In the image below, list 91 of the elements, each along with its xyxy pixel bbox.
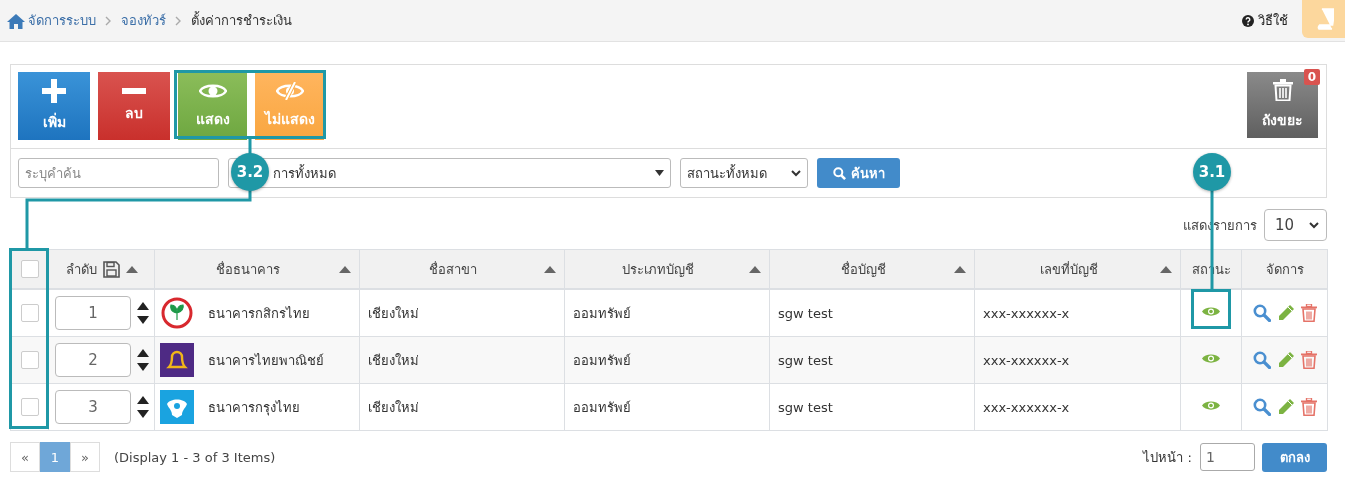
- table-cell: เชียงใหม่: [359, 289, 565, 337]
- eye-icon[interactable]: [1201, 352, 1221, 365]
- plus-icon: [42, 79, 66, 103]
- bank-logo: [160, 343, 194, 377]
- eye-slash-icon: [275, 82, 304, 100]
- table-cell: xxx-xxxxxx-x: [974, 336, 1181, 384]
- checkbox[interactable]: [20, 351, 39, 369]
- search-icon[interactable]: [1252, 398, 1271, 416]
- next-page-link[interactable]: »: [70, 442, 100, 472]
- sort-icon[interactable]: [125, 265, 138, 273]
- order-field[interactable]: 3: [55, 390, 131, 424]
- step-up-icon[interactable]: [137, 349, 149, 357]
- sort-icon[interactable]: [954, 265, 966, 273]
- table-cell: xxx-xxxxxx-x: [974, 289, 1181, 337]
- page-size-select[interactable]: 10: [1264, 209, 1327, 241]
- pencil-icon[interactable]: [1276, 304, 1295, 322]
- home-icon: [7, 12, 25, 29]
- eye-icon[interactable]: [1201, 305, 1221, 318]
- search-icon[interactable]: [1252, 351, 1271, 369]
- trash-icon[interactable]: [1300, 304, 1317, 322]
- column-header[interactable]: ชื่อสาขา: [359, 249, 565, 289]
- callout-badge: 3.1: [1193, 153, 1231, 191]
- column-header: จัดการ: [1241, 249, 1328, 289]
- column-header[interactable]: ลำดับ: [48, 249, 155, 289]
- order-field[interactable]: 1: [55, 296, 131, 330]
- search-button[interactable]: ค้นหา: [817, 158, 900, 188]
- trash-icon[interactable]: [1300, 351, 1317, 369]
- sort-icon[interactable]: [749, 265, 761, 273]
- table-cell: sgw test: [769, 383, 975, 431]
- status-select[interactable]: สถานะทั้งหมด: [680, 158, 808, 188]
- minus-icon: [122, 88, 146, 94]
- eye-icon: [198, 82, 227, 100]
- bank-logo: [160, 390, 194, 424]
- count-badge: 0: [1303, 69, 1320, 85]
- step-down-icon[interactable]: [137, 410, 149, 418]
- pencil-icon[interactable]: [1276, 398, 1295, 416]
- column-header[interactable]: ชื่อธนาคาร: [154, 249, 360, 289]
- trash-icon: [1272, 79, 1293, 101]
- column-header[interactable]: เลขที่บัญชี: [974, 249, 1181, 289]
- callout-badge: 3.2: [231, 153, 269, 191]
- table-cell: sgw test: [769, 289, 975, 337]
- trash-button[interactable]: ถังขยะ 0: [1247, 72, 1318, 138]
- add-button[interactable]: เพิ่ม: [18, 72, 90, 140]
- pencil-icon[interactable]: [1276, 351, 1295, 369]
- caret-icon: [655, 170, 664, 176]
- checkbox[interactable]: [20, 304, 39, 322]
- checkbox[interactable]: [20, 398, 39, 416]
- table-cell-text: ธนาคารไทยพาณิชย์: [208, 351, 324, 370]
- step-up-icon[interactable]: [137, 302, 149, 310]
- bank-logo: [160, 296, 194, 330]
- step-up-icon[interactable]: [137, 396, 149, 404]
- go-to-page-label: ไปหน้า :: [1143, 448, 1192, 467]
- trash-icon[interactable]: [1300, 398, 1317, 416]
- column-header[interactable]: ชื่อบัญชี: [769, 249, 975, 289]
- table-cell-text: ธนาคารกสิกรไทย: [208, 304, 310, 323]
- order-field[interactable]: 2: [55, 343, 131, 377]
- sort-icon[interactable]: [544, 265, 556, 273]
- sort-icon[interactable]: [1160, 265, 1172, 273]
- chevron-icon: [175, 15, 182, 26]
- step-down-icon[interactable]: [137, 363, 149, 371]
- previous-page-link[interactable]: «: [10, 442, 40, 472]
- search-icon: [832, 166, 846, 180]
- table-cell: sgw test: [769, 336, 975, 384]
- chevron-icon: [791, 169, 801, 177]
- table-cell: ออมทรัพย์: [564, 383, 770, 431]
- checkbox[interactable]: [20, 260, 39, 278]
- save-icon[interactable]: [102, 260, 120, 278]
- chevron-icon: [105, 15, 112, 26]
- pagination-summary: (Display 1 - 3 of 3 Items): [114, 449, 276, 465]
- step-down-icon[interactable]: [137, 316, 149, 324]
- column-header[interactable]: ประเภทบัญชี: [564, 249, 770, 289]
- go-button[interactable]: ตกลง: [1262, 442, 1327, 472]
- help-icon: [1242, 14, 1254, 27]
- breadcrumb-current: ตั้งค่าการชำระเงิน: [191, 10, 292, 30]
- table-cell-text: ธนาคารกรุงไทย: [208, 398, 300, 418]
- highlight-frame: [1191, 289, 1231, 329]
- page-number-field[interactable]: 1: [1200, 443, 1255, 471]
- search-icon[interactable]: [1252, 304, 1271, 322]
- table-cell: xxx-xxxxxx-x: [974, 383, 1181, 431]
- table-cell: ออมทรัพย์: [564, 336, 770, 384]
- delete-button[interactable]: ลบ: [98, 72, 170, 140]
- table-cell: เชียงใหม่: [359, 336, 565, 384]
- breadcrumb-link[interactable]: จัดการระบบ: [7, 10, 96, 31]
- sort-icon[interactable]: [339, 265, 351, 273]
- chevron-icon: [1309, 221, 1319, 229]
- search-field[interactable]: ระบุคำค้น: [18, 158, 219, 188]
- breadcrumb-link[interactable]: จองทัวร์: [121, 10, 166, 31]
- table-cell: ออมทรัพย์: [564, 289, 770, 337]
- eye-icon[interactable]: [1201, 399, 1221, 412]
- help-link[interactable]: วิธีใช้: [1242, 10, 1288, 31]
- table-cell: เชียงใหม่: [359, 383, 565, 431]
